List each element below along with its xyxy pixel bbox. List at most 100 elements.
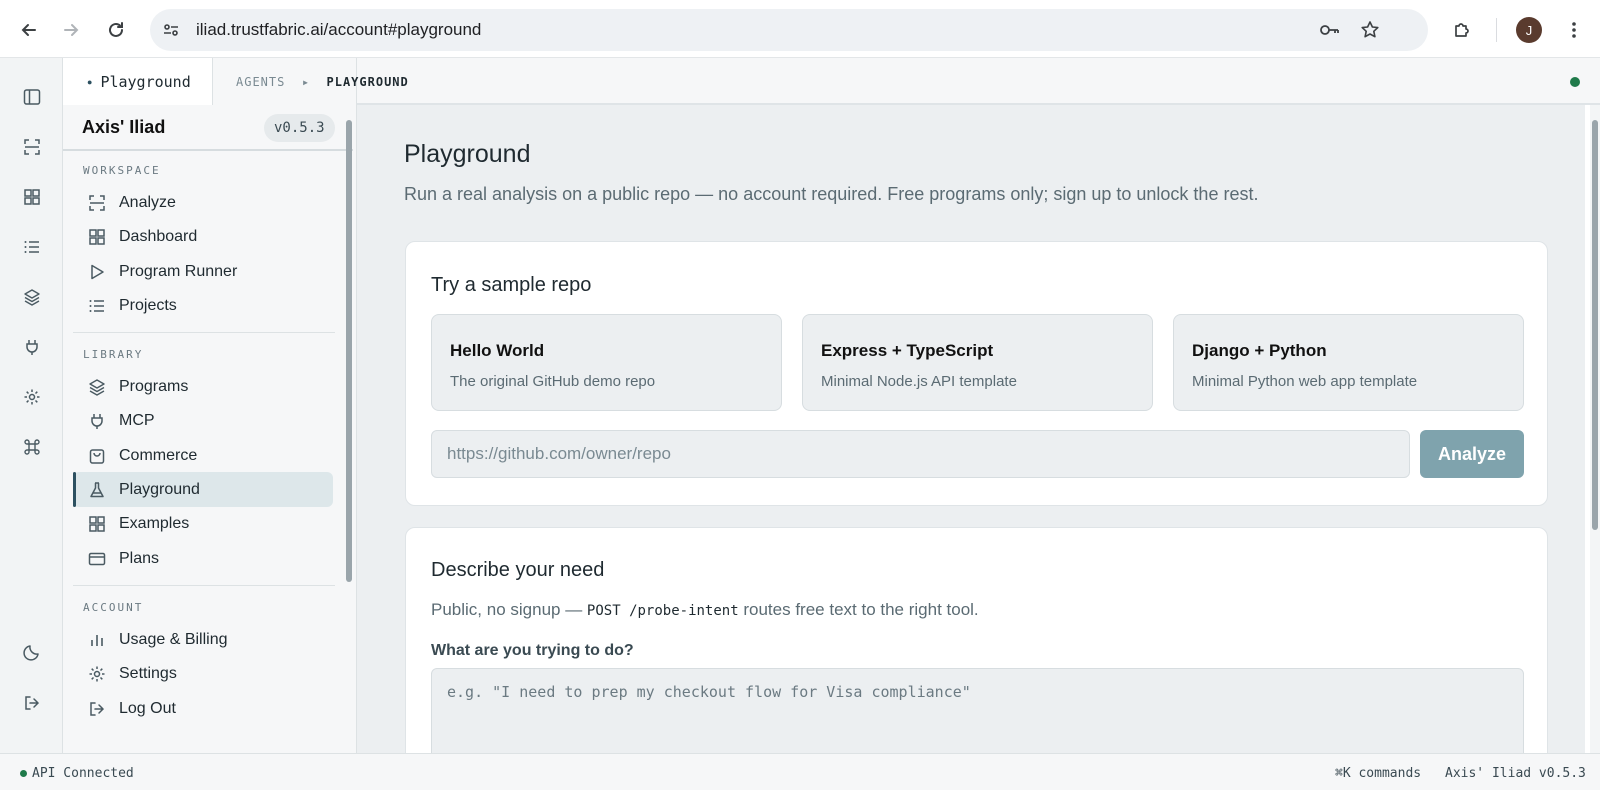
scan-icon (87, 193, 107, 213)
sidebar-item-label: Log Out (119, 699, 176, 717)
grid-icon (87, 227, 107, 247)
brand-name: Axis' Iliad (82, 117, 166, 137)
sidebar-item-mcp[interactable]: MCP (73, 403, 333, 438)
repo-name: Hello World (450, 341, 545, 360)
command-icon[interactable] (20, 435, 44, 459)
logout-icon (87, 699, 107, 719)
header-strip (357, 58, 1600, 105)
sidebar-item-label: Plans (119, 549, 160, 567)
card-title: Try a sample repo (431, 274, 592, 296)
grid-icon (87, 514, 107, 534)
sidebar-item-label: Dashboard (119, 227, 198, 245)
status-dot-icon (20, 770, 27, 777)
key-icon[interactable] (1318, 19, 1340, 41)
icon-rail (0, 58, 63, 753)
kebab-menu-icon (1572, 22, 1576, 38)
sidebar-item-label: Program Runner (119, 262, 238, 280)
tab-playground[interactable]: ● Playground (63, 58, 213, 105)
profile-avatar[interactable]: J (1516, 17, 1542, 43)
command-shortcut-hint[interactable]: ⌘K commands (1335, 766, 1421, 781)
sidebar-item-usage-billing[interactable]: Usage & Billing (73, 622, 333, 657)
scan-icon[interactable] (20, 135, 44, 159)
bag-icon (87, 446, 107, 466)
describe-need-card: Describe your need Public, no signup — P… (405, 527, 1548, 787)
sidebar-item-label: Examples (119, 514, 190, 532)
list-icon[interactable] (20, 235, 44, 259)
bar-chart-icon (87, 630, 107, 650)
repo-name: Django + Python (1192, 341, 1327, 360)
browser-menu-button[interactable] (1558, 14, 1590, 46)
reload-button[interactable] (100, 14, 132, 46)
desc-suffix: routes free text to the right tool. (738, 600, 979, 619)
sidebar: ● Playground Axis' Iliad v0.5.3 WORKSPAC… (63, 58, 357, 753)
section-label-workspace: WORKSPACE (83, 164, 161, 177)
desc-prefix: Public, no signup — (431, 600, 587, 619)
logout-icon[interactable] (20, 691, 44, 715)
sidebar-toggle-icon[interactable] (20, 85, 44, 109)
repo-tile-express-typescript[interactable]: Express + TypeScript Minimal Node.js API… (802, 314, 1153, 411)
sidebar-item-program-runner[interactable]: Program Runner (73, 254, 333, 289)
section-label-library: LIBRARY (83, 348, 144, 361)
api-status: API Connected (20, 766, 134, 781)
sample-repo-card: Try a sample repo Hello World The origin… (405, 241, 1548, 506)
arrow-left-icon (21, 24, 36, 36)
version-badge: v0.5.3 (264, 114, 335, 142)
need-field-label: What are you trying to do? (431, 642, 634, 659)
sidebar-item-label: Commerce (119, 446, 198, 464)
page-subtitle: Run a real analysis on a public repo — n… (404, 184, 1259, 204)
list-icon (87, 296, 107, 316)
plug-icon (87, 411, 107, 431)
breadcrumb-parent[interactable]: AGENTS (236, 75, 285, 89)
sidebar-item-playground[interactable]: Playground (73, 472, 333, 507)
section-divider (73, 332, 335, 333)
connection-status-dot (1570, 77, 1580, 87)
sidebar-item-analyze[interactable]: Analyze (73, 185, 333, 220)
address-bar[interactable]: iliad.trustfabric.ai/account#playground (150, 9, 1428, 51)
site-settings-icon[interactable] (160, 19, 182, 41)
repo-url-input[interactable] (431, 430, 1410, 478)
layers-icon (87, 377, 107, 397)
arrow-right-icon (64, 24, 79, 36)
sidebar-item-plans[interactable]: Plans (73, 541, 333, 576)
card-title: Describe your need (431, 559, 605, 581)
sidebar-item-commerce[interactable]: Commerce (73, 438, 333, 473)
moon-icon[interactable] (20, 640, 44, 664)
tab-label: Playground (100, 72, 191, 91)
plug-icon[interactable] (20, 335, 44, 359)
url-text[interactable]: iliad.trustfabric.ai/account#playground (196, 20, 481, 40)
repo-name: Express + TypeScript (821, 341, 994, 360)
analyze-button[interactable]: Analyze (1420, 430, 1524, 478)
forward-button[interactable] (55, 14, 87, 46)
sidebar-item-label: Analyze (119, 193, 176, 211)
sidebar-scrollbar-thumb[interactable] (346, 120, 352, 582)
repo-tile-django-python[interactable]: Django + Python Minimal Python web app t… (1173, 314, 1524, 411)
main-scrollbar-thumb[interactable] (1592, 120, 1598, 530)
sidebar-item-examples[interactable]: Examples (73, 506, 333, 541)
extensions-button[interactable] (1446, 14, 1478, 46)
sidebar-item-programs[interactable]: Programs (73, 369, 333, 404)
sidebar-item-settings[interactable]: Settings (73, 656, 333, 691)
reload-icon (109, 22, 123, 37)
app-version: Axis' Iliad v0.5.3 (1445, 766, 1586, 781)
play-icon (87, 262, 107, 282)
gear-icon[interactable] (20, 385, 44, 409)
api-status-text: API Connected (32, 766, 134, 781)
card-description: Public, no signup — POST /probe-intent r… (431, 600, 979, 620)
sidebar-item-label: Playground (119, 480, 200, 498)
sidebar-item-dashboard[interactable]: Dashboard (73, 219, 333, 254)
repo-desc: Minimal Node.js API template (821, 373, 1017, 390)
back-button[interactable] (13, 14, 45, 46)
grid-icon[interactable] (20, 185, 44, 209)
repo-desc: Minimal Python web app template (1192, 373, 1418, 390)
page-title: Playground (404, 140, 531, 168)
repo-tile-hello-world[interactable]: Hello World The original GitHub demo rep… (431, 314, 782, 411)
toolbar-divider (1496, 18, 1497, 42)
layers-icon[interactable] (20, 285, 44, 309)
sidebar-item-label: Programs (119, 377, 189, 395)
browser-toolbar: iliad.trustfabric.ai/account#playground … (0, 0, 1600, 58)
card-icon (87, 549, 107, 569)
sidebar-item-projects[interactable]: Projects (73, 288, 333, 323)
flask-icon (87, 480, 107, 500)
star-icon[interactable] (1359, 19, 1381, 41)
sidebar-item-logout[interactable]: Log Out (73, 691, 333, 726)
